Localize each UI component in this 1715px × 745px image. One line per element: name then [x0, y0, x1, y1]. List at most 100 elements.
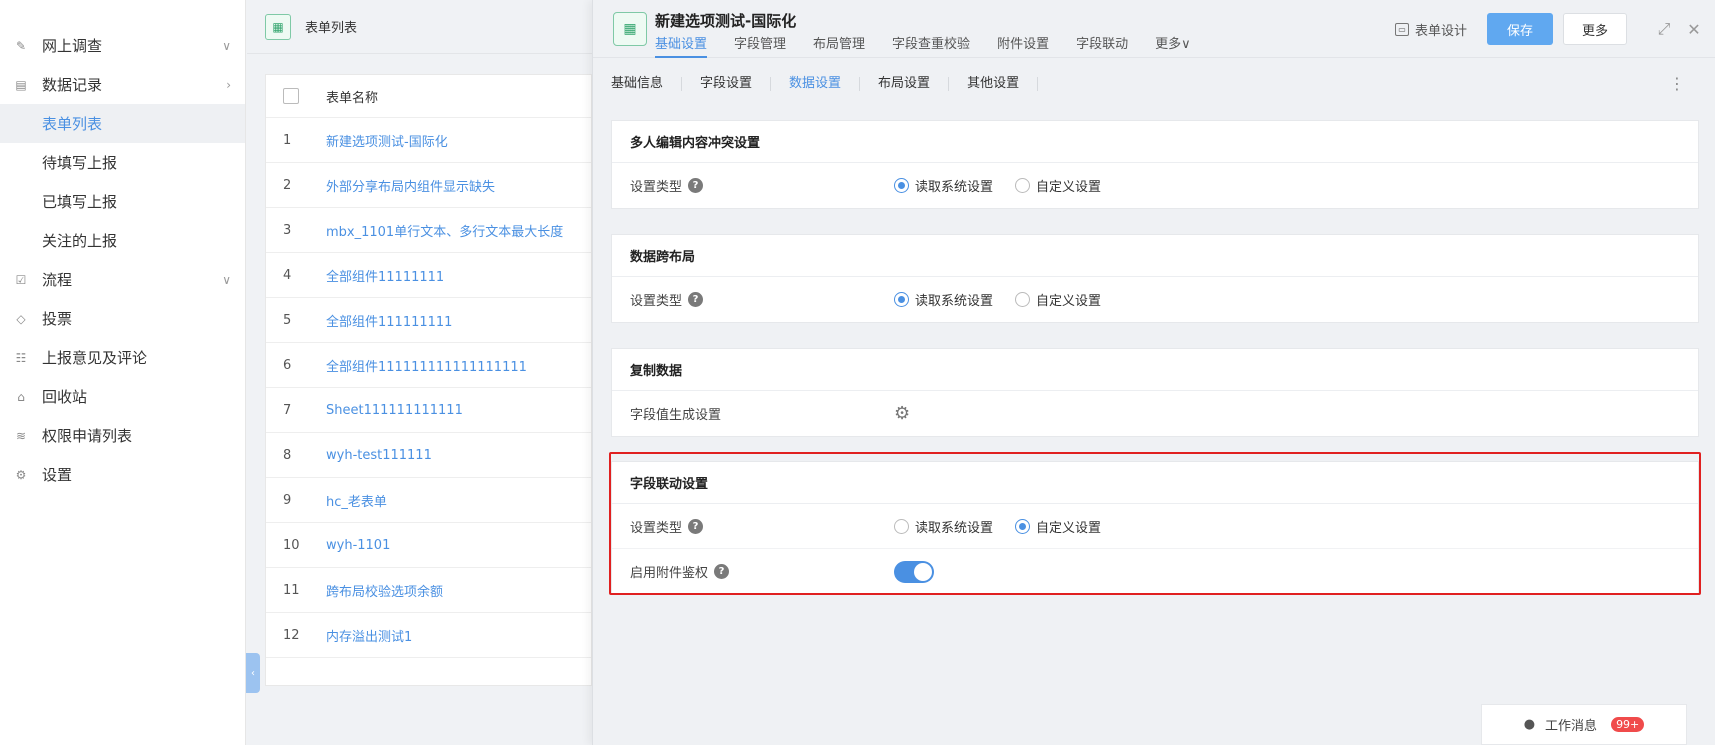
nav-item-flow[interactable]: ☑ 流程 ∨ — [0, 260, 245, 299]
subtab-layout-settings[interactable]: 布局设置 — [878, 77, 950, 91]
chevron-down-icon: ∨ — [222, 272, 231, 287]
record-icon: ▤ — [15, 77, 27, 92]
vote-icon: ◇ — [16, 311, 26, 326]
sub-tabs: 基础信息 字段设置 数据设置 布局设置 其他设置 ⋮ — [593, 58, 1715, 110]
nav-item-survey[interactable]: ✎ 网上调查 ∨ — [0, 26, 245, 65]
nav-sub-followed[interactable]: 关注的上报 — [0, 221, 245, 260]
table-icon: ▦ — [613, 12, 647, 46]
table-row[interactable]: 8 wyh-test111111 — [266, 433, 591, 478]
nav-label: 投票 — [42, 310, 73, 328]
nav-item-data-record[interactable]: ▤ 数据记录 › — [0, 65, 245, 104]
setting-label: 设置类型 — [630, 520, 683, 536]
radio-system-setting[interactable]: 读取系统设置 — [894, 290, 993, 309]
nav-item-trash[interactable]: ⌂ 回收站 — [0, 377, 245, 416]
setting-row: 设置类型? 读取系统设置 自定义设置 — [612, 163, 1698, 208]
subtab-basic-info[interactable]: 基础信息 — [611, 77, 683, 91]
form-name-link[interactable]: Sheet111111111111 — [326, 403, 591, 418]
form-name-link[interactable]: mbx_1101单行文本、多行文本最大长度 — [326, 221, 591, 240]
radio-unchecked-icon — [1015, 178, 1031, 193]
form-name-link[interactable]: wyh-1101 — [326, 538, 591, 553]
setting-label-wrap: 设置类型? — [630, 176, 894, 195]
form-name-link[interactable]: 全部组件11111111 — [326, 266, 591, 285]
form-design-button[interactable]: ▭ 表单设计 — [1394, 20, 1467, 39]
radio-custom-setting[interactable]: 自定义设置 — [1015, 517, 1101, 536]
work-message-button[interactable]: ● 工作消息 99+ — [1481, 704, 1687, 745]
radio-label: 自定义设置 — [1036, 520, 1102, 536]
help-icon[interactable]: ? — [688, 178, 704, 193]
table-row[interactable]: 12 内存溢出测试1 — [266, 613, 591, 658]
table-row[interactable]: 4 全部组件11111111 — [266, 253, 591, 298]
setting-label-wrap: 启用附件鉴权? — [630, 562, 894, 581]
tab-field-management[interactable]: 字段管理 — [734, 33, 786, 58]
detail-title: 新建选项测试-国际化 — [655, 12, 797, 30]
card-field-linkage: 字段联动设置 设置类型? 读取系统设置 自定义设置 启用附件鉴权? — [611, 461, 1699, 595]
tab-attachment-settings[interactable]: 附件设置 — [997, 33, 1049, 58]
gear-icon[interactable]: ⚙ — [894, 403, 910, 424]
row-number: 8 — [283, 447, 292, 463]
help-icon[interactable]: ? — [688, 292, 704, 307]
radio-system-setting[interactable]: 读取系统设置 — [894, 176, 993, 195]
form-table: 表单名称 1 新建选项测试-国际化 2 外部分享布局内组件显示缺失 3 mbx_110… — [265, 74, 592, 686]
row-number: 3 — [283, 222, 292, 238]
row-number: 5 — [283, 312, 292, 328]
nav-label: 回收站 — [42, 388, 88, 406]
setting-row: 设置类型? 读取系统设置 自定义设置 — [612, 504, 1698, 549]
form-name-link[interactable]: hc_老表单 — [326, 491, 591, 510]
row-number: 2 — [283, 177, 292, 193]
form-name-link[interactable]: 全部组件111111111111111111 — [326, 356, 591, 375]
nav-sub-pending[interactable]: 待填写上报 — [0, 143, 245, 182]
tab-more[interactable]: 更多∨ — [1155, 33, 1191, 58]
help-icon[interactable]: ? — [714, 564, 730, 579]
form-name-link[interactable]: 全部组件111111111 — [326, 311, 591, 330]
subtab-other-settings[interactable]: 其他设置 — [967, 77, 1039, 91]
subtab-field-settings[interactable]: 字段设置 — [700, 77, 772, 91]
radio-checked-icon — [894, 292, 909, 307]
more-vertical-icon[interactable]: ⋮ — [1669, 74, 1685, 93]
setting-row: 设置类型? 读取系统设置 自定义设置 — [612, 277, 1698, 322]
nav-label: 流程 — [42, 271, 73, 289]
radio-custom-setting[interactable]: 自定义设置 — [1015, 176, 1101, 195]
radio-checked-icon — [1015, 518, 1031, 534]
close-icon[interactable]: ✕ — [1685, 20, 1703, 39]
layers-icon: ≋ — [15, 428, 27, 443]
tab-duplicate-check[interactable]: 字段查重校验 — [892, 33, 970, 58]
form-name-link[interactable]: 新建选项测试-国际化 — [326, 131, 591, 150]
nav-item-settings[interactable]: ⚙ 设置 — [0, 455, 245, 494]
collapse-sidebar-handle[interactable]: ‹ — [246, 653, 260, 693]
form-name-link[interactable]: 跨布局校验选项余额 — [326, 581, 591, 600]
card-title: 多人编辑内容冲突设置 — [612, 121, 1698, 163]
more-button[interactable]: 更多 — [1563, 13, 1627, 45]
form-name-link[interactable]: 内存溢出测试1 — [326, 626, 591, 645]
tab-layout-management[interactable]: 布局管理 — [813, 33, 865, 58]
table-row[interactable]: 6 全部组件111111111111111111 — [266, 343, 591, 388]
work-message-label: 工作消息 — [1545, 719, 1598, 734]
select-all-checkbox[interactable] — [283, 88, 299, 104]
form-name-link[interactable]: 外部分享布局内组件显示缺失 — [326, 176, 591, 195]
nav-label: 权限申请列表 — [42, 427, 133, 445]
nav-sub-form-list[interactable]: 表单列表 — [0, 104, 245, 143]
tab-basic-settings[interactable]: 基础设置 — [655, 33, 708, 58]
tab-field-linkage[interactable]: 字段联动 — [1076, 33, 1128, 58]
table-row[interactable]: 9 hc_老表单 — [266, 478, 591, 523]
form-name-link[interactable]: wyh-test111111 — [326, 448, 591, 463]
table-row[interactable]: 3 mbx_1101单行文本、多行文本最大长度 — [266, 208, 591, 253]
table-row[interactable]: 7 Sheet111111111111 — [266, 388, 591, 433]
radio-custom-setting[interactable]: 自定义设置 — [1015, 290, 1101, 309]
nav-item-permission[interactable]: ≋ 权限申请列表 — [0, 416, 245, 455]
table-row[interactable]: 5 全部组件111111111 — [266, 298, 591, 343]
table-row[interactable]: 1 新建选项测试-国际化 — [266, 118, 591, 163]
nav-item-vote[interactable]: ◇ 投票 — [0, 299, 245, 338]
attachment-auth-toggle[interactable] — [894, 560, 934, 583]
radio-system-setting[interactable]: 读取系统设置 — [894, 517, 993, 536]
expand-icon[interactable]: ⤢ — [1655, 19, 1673, 39]
nav-sub-submitted[interactable]: 已填写上报 — [0, 182, 245, 221]
table-row[interactable]: 11 跨布局校验选项余额 — [266, 568, 591, 613]
save-button[interactable]: 保存 — [1487, 13, 1553, 45]
subtab-data-settings[interactable]: 数据设置 — [789, 77, 861, 91]
gear-icon: ⚙ — [15, 467, 27, 482]
detail-header: ▦ 新建选项测试-国际化 基础设置 字段管理 布局管理 字段查重校验 附件设置 … — [593, 0, 1715, 58]
help-icon[interactable]: ? — [688, 518, 704, 534]
table-row[interactable]: 2 外部分享布局内组件显示缺失 — [266, 163, 591, 208]
nav-item-comment[interactable]: ☷ 上报意见及评论 — [0, 338, 245, 377]
table-row[interactable]: 10 wyh-1101 — [266, 523, 591, 568]
